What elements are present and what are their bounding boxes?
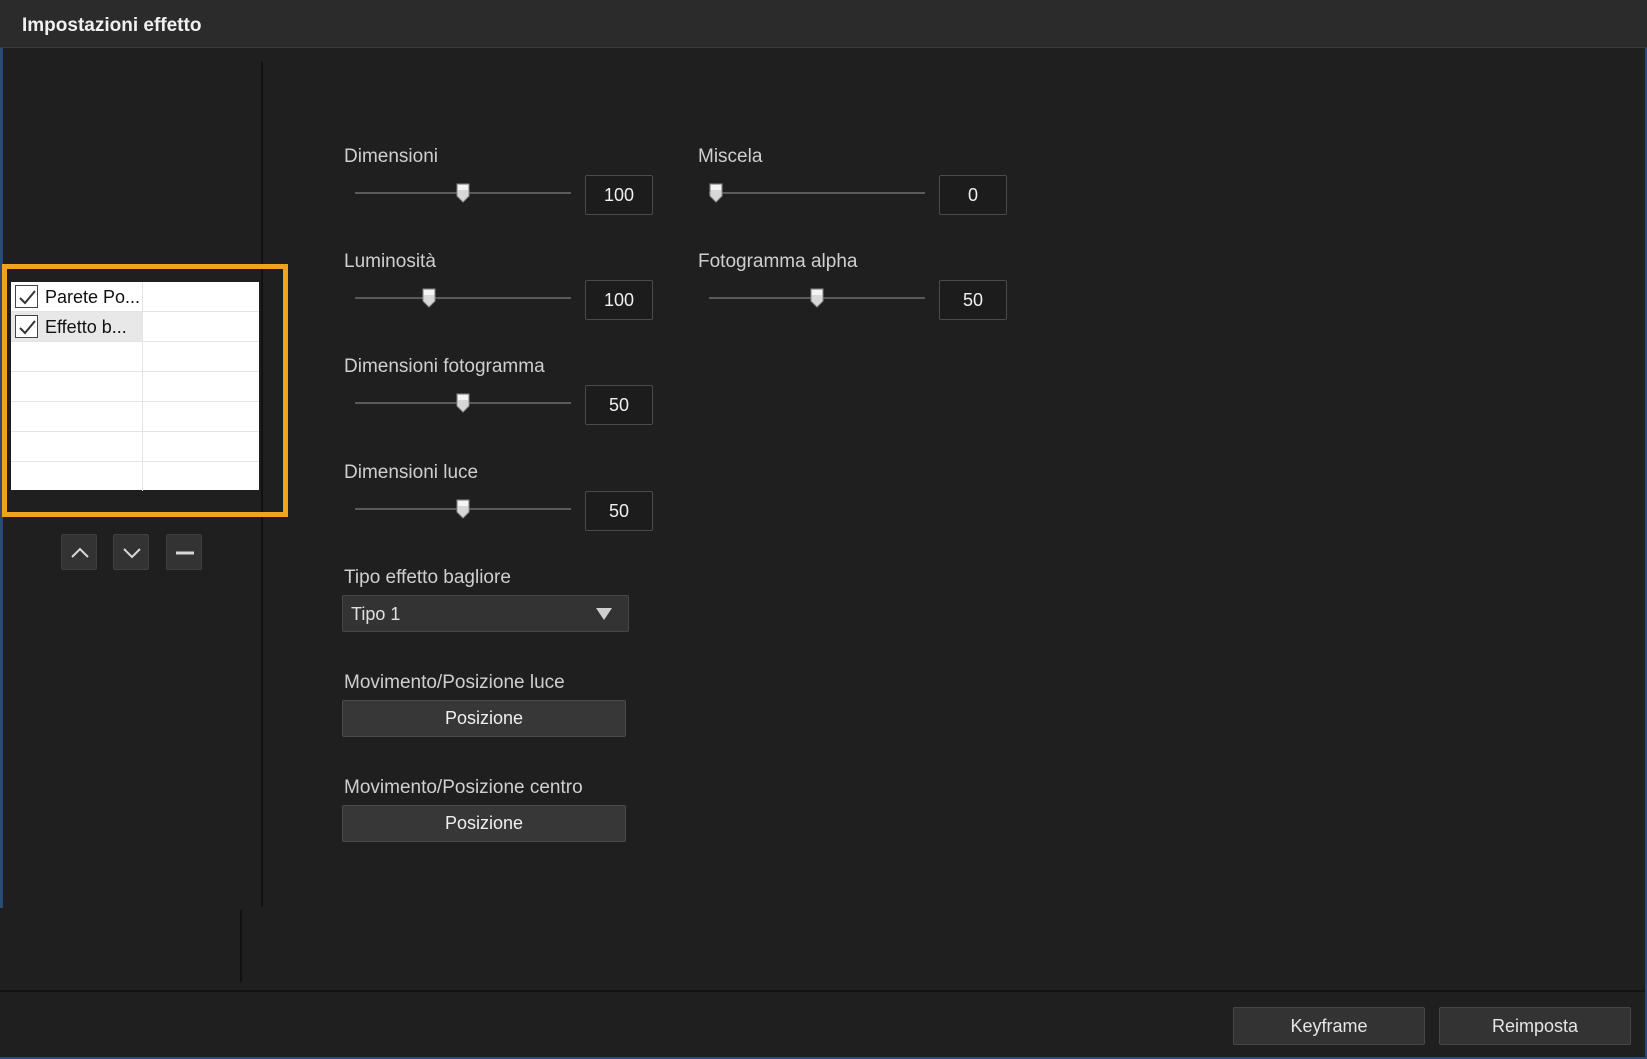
layer-row-effetto[interactable]: Effetto b...: [11, 312, 259, 342]
layer-row-empty: [11, 402, 259, 432]
miscela-slider[interactable]: [709, 181, 925, 205]
effect-layer-list[interactable]: Parete Po... Effetto b...: [11, 282, 259, 492]
layer-cell: Parete Po...: [11, 282, 143, 311]
move-up-button[interactable]: [61, 534, 97, 570]
dimensioni-fotogramma-label: Dimensioni fotogramma: [344, 356, 545, 377]
luminosita-slider[interactable]: [355, 286, 571, 310]
reset-button[interactable]: Reimposta: [1439, 1007, 1631, 1045]
slider-thumb[interactable]: [456, 183, 470, 203]
fotogramma-alpha-slider[interactable]: [709, 286, 925, 310]
layer-row-empty: [11, 462, 259, 492]
layer-cell: [11, 432, 143, 461]
chevron-down-icon: [123, 548, 141, 559]
layer-checkbox[interactable]: [15, 285, 38, 308]
fotogramma-alpha-label: Fotogramma alpha: [698, 251, 858, 272]
glare-type-dropdown[interactable]: Tipo 1: [342, 595, 629, 632]
light-motion-label: Movimento/Posizione luce: [344, 672, 565, 693]
keyframe-button[interactable]: Keyframe: [1233, 1007, 1425, 1045]
light-position-button[interactable]: Posizione: [342, 700, 626, 737]
dimensioni-fotogramma-slider[interactable]: [355, 391, 571, 415]
layer-label: Parete Po...: [45, 287, 141, 307]
checkmark-icon: [19, 320, 36, 335]
fotogramma-alpha-value[interactable]: 50: [939, 280, 1007, 320]
dimensioni-label: Dimensioni: [344, 146, 438, 167]
dimensioni-value[interactable]: 100: [585, 175, 653, 215]
center-motion-label: Movimento/Posizione centro: [344, 777, 583, 798]
slider-thumb[interactable]: [456, 499, 470, 519]
dropdown-value: Tipo 1: [351, 604, 401, 624]
slider-thumb[interactable]: [709, 183, 723, 203]
title-bar: Impostazioni effetto: [0, 0, 1647, 48]
dimensioni-luce-label: Dimensioni luce: [344, 462, 479, 483]
layer-checkbox[interactable]: [15, 315, 38, 338]
luminosita-value[interactable]: 100: [585, 280, 653, 320]
footer-separator: [0, 990, 1645, 992]
layer-cell: [11, 462, 143, 491]
layer-row-empty: [11, 432, 259, 462]
luminosita-label: Luminosità: [344, 251, 436, 272]
miscela-value[interactable]: 0: [939, 175, 1007, 215]
slider-track: [355, 297, 571, 299]
glare-type-label: Tipo effetto bagliore: [344, 567, 511, 588]
dimensioni-luce-value[interactable]: 50: [585, 491, 653, 531]
miscela-label: Miscela: [698, 146, 763, 167]
bottom-divider: [240, 910, 242, 982]
checkmark-icon: [19, 290, 36, 305]
slider-thumb[interactable]: [422, 288, 436, 308]
dropdown-arrow-icon: [596, 608, 612, 620]
slider-track: [709, 192, 925, 194]
chevron-up-icon: [71, 547, 89, 558]
layer-cell: Effetto b...: [11, 312, 143, 341]
center-position-button[interactable]: Posizione: [342, 805, 626, 842]
move-down-button[interactable]: [113, 534, 149, 570]
layer-row-empty: [11, 342, 259, 372]
remove-effect-button[interactable]: [166, 534, 202, 570]
layer-row-parete[interactable]: Parete Po...: [11, 282, 259, 312]
layer-row-empty: [11, 372, 259, 402]
dimensioni-slider[interactable]: [355, 181, 571, 205]
layer-label: Effetto b...: [45, 317, 127, 337]
slider-thumb[interactable]: [810, 288, 824, 308]
window-title: Impostazioni effetto: [22, 15, 202, 36]
layer-cell: [11, 372, 143, 401]
layer-cell: [11, 402, 143, 431]
layer-cell: [11, 342, 143, 371]
slider-thumb[interactable]: [456, 393, 470, 413]
minus-icon: [176, 551, 194, 555]
dimensioni-luce-slider[interactable]: [355, 497, 571, 521]
dimensioni-fotogramma-value[interactable]: 50: [585, 385, 653, 425]
